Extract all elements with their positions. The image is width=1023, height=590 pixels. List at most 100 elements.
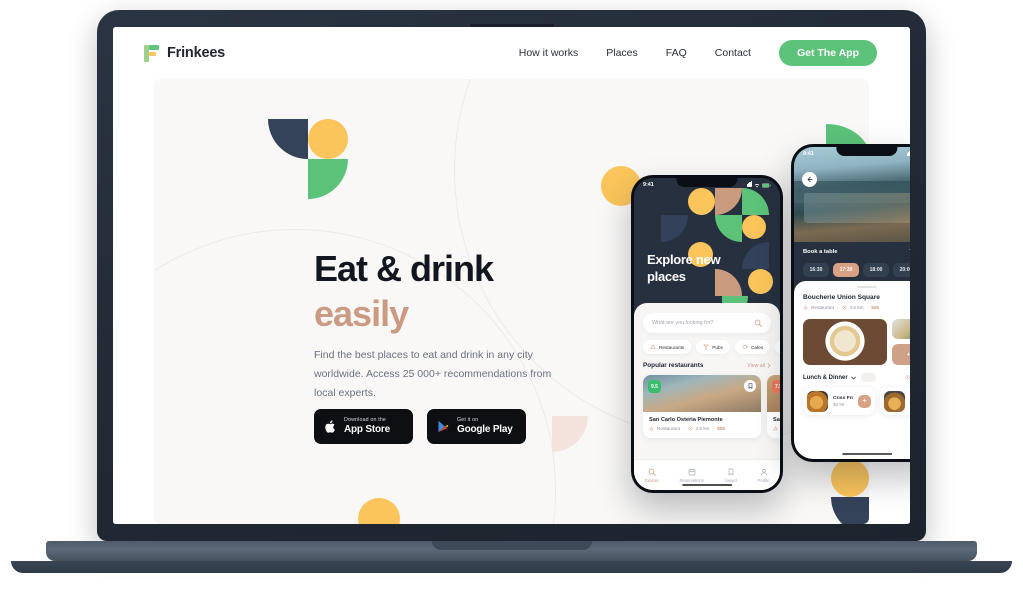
gallery-thumb-photo[interactable] (892, 319, 910, 339)
dish-item[interactable]: Criss Fries $6.99 + (803, 387, 875, 415)
card-distance: 3.5 km (695, 426, 710, 431)
card-price: $$$ (717, 426, 725, 431)
nav-link-how-it-works[interactable]: How it works (505, 47, 593, 59)
calendar-icon (688, 468, 696, 475)
add-dish-button[interactable]: + (858, 394, 871, 408)
tab-label: Profile (757, 477, 770, 483)
chevron-right-icon (767, 363, 771, 368)
photo-gallery: +10 (803, 319, 910, 365)
menu-prep-time: 5-10 min (905, 375, 910, 380)
gallery-more-badge[interactable]: +10 (892, 344, 910, 365)
search-input[interactable]: What are you looking for? (643, 313, 771, 333)
place-distance: 3.5 km (849, 305, 864, 310)
place-header: Boucherie Union Square Restaurant · 3.5 … (803, 294, 910, 310)
status-time: 9:41 (803, 151, 814, 157)
user-icon (760, 468, 767, 475)
wifi-icon (754, 183, 760, 187)
gallery-main-photo[interactable] (803, 319, 887, 365)
cellular-icon (906, 150, 910, 158)
score-badge: 7.5 (772, 380, 780, 393)
restaurant-icon (803, 305, 808, 310)
chip-restaurants[interactable]: Restaurants (643, 340, 692, 354)
frinkees-logo-icon (144, 44, 159, 62)
app-store-button[interactable]: Download on the App Store (314, 409, 413, 444)
nav-links: How it works Places FAQ Contact Get The … (505, 40, 910, 66)
booking-title: Book a table (803, 249, 838, 255)
place-name: Boucherie Union Square (803, 294, 880, 301)
tab-label: Saved (724, 477, 737, 483)
menu-title-selector[interactable]: Lunch & Dinner (803, 375, 856, 381)
place-detail-sheet: Boucherie Union Square Restaurant · 3.5 … (794, 281, 910, 459)
status-time: 9:41 (643, 182, 654, 188)
place-meta: Restaurant · 3.5 km · $$$ (803, 305, 880, 310)
google-play-button[interactable]: Get it on Google Play (427, 409, 526, 444)
chip-cafes[interactable]: Cafes (734, 340, 771, 354)
sheet-grabber[interactable] (857, 286, 877, 288)
time-slot-selected[interactable]: 17:30 (833, 263, 859, 277)
photo-detail (804, 193, 910, 223)
place-hero-photo: 9:41 (794, 147, 910, 242)
restaurant-icon (649, 426, 654, 431)
status-indicators (906, 150, 910, 158)
phone-mockup-detail: 9:41 Book a table 16:30 17:30 18:00 20:0… (791, 144, 910, 462)
nav-link-contact[interactable]: Contact (701, 47, 765, 59)
tab-explore[interactable]: Explore (644, 468, 659, 483)
cellular-icon (746, 181, 752, 189)
search-icon (648, 468, 656, 476)
time-slot[interactable]: 18:00 (863, 263, 889, 277)
dish-item[interactable]: Hambur $7.49 (880, 387, 910, 415)
chip-pubs[interactable]: Pubs (696, 340, 730, 354)
webpage: Frinkees How it works Places FAQ Contact… (113, 27, 910, 524)
nav-link-places[interactable]: Places (592, 47, 652, 59)
decor-navy-quarter (268, 119, 308, 159)
card-photo: 9.5 (643, 375, 761, 412)
app-store-big-label: App Store (344, 424, 390, 436)
nav-link-faq[interactable]: FAQ (652, 47, 701, 59)
view-all-link[interactable]: View all (747, 363, 771, 369)
bookmark-icon (728, 468, 734, 475)
score-badge: 9.5 (648, 380, 661, 393)
pattern-circle-1 (688, 188, 715, 215)
brand-logo[interactable]: Frinkees (144, 44, 226, 62)
tab-saved[interactable]: Saved (725, 468, 737, 483)
cup-icon (742, 345, 748, 349)
search-icon (754, 319, 762, 327)
cocktail-icon (703, 344, 709, 350)
chip-label: Cafes (750, 344, 764, 350)
phone-mockup-explore: 9:41 Explore new places What are you loo… (631, 175, 783, 493)
laptop-foot (11, 561, 1012, 573)
restaurant-card[interactable]: 7.5 San Carlo Re (767, 375, 780, 438)
dish-list: Criss Fries $6.99 + Hambur (803, 387, 910, 415)
card-meta: Re (773, 426, 780, 431)
hero-subtitle: Find the best places to eat and drink in… (314, 348, 552, 400)
home-indicator (842, 452, 892, 455)
laptop-base (46, 541, 977, 561)
google-play-small-label: Get it on (457, 416, 479, 423)
time-slot[interactable]: 16:30 (803, 263, 829, 277)
tab-profile[interactable]: Profile (758, 468, 770, 483)
get-the-app-button[interactable]: Get The App (778, 40, 877, 66)
arrow-left-icon (807, 176, 813, 183)
menu-tag (860, 373, 877, 382)
pin-icon (687, 426, 693, 431)
battery-icon (762, 182, 771, 188)
card-photo: 7.5 (767, 375, 780, 412)
chip-more[interactable]: B (775, 340, 780, 354)
popular-section-header: Popular restaurants View all (643, 362, 771, 369)
brand-name: Frinkees (167, 45, 226, 61)
time-slot[interactable]: 20:00 (893, 263, 910, 277)
search-placeholder: What are you looking for? (652, 320, 714, 326)
phone-notch (836, 147, 898, 156)
menu-title: Lunch & Dinner (803, 374, 848, 381)
phone-notch (676, 178, 738, 187)
back-button[interactable] (802, 172, 817, 187)
restaurant-card[interactable]: 9.5 San Carlo Osteria Piemonte Restauran… (643, 375, 761, 438)
tab-reservations[interactable]: Reservations (680, 468, 704, 483)
booking-day-selector[interactable]: Today (909, 249, 910, 255)
category-chips: Restaurants Pubs Cafes B (643, 340, 780, 354)
restaurant-icon (650, 344, 656, 349)
bookmark-button[interactable] (744, 380, 756, 392)
pattern-quarter-5 (742, 242, 769, 269)
google-play-big-label: Google Play (457, 424, 513, 436)
decor-peach-quarter (552, 416, 588, 452)
